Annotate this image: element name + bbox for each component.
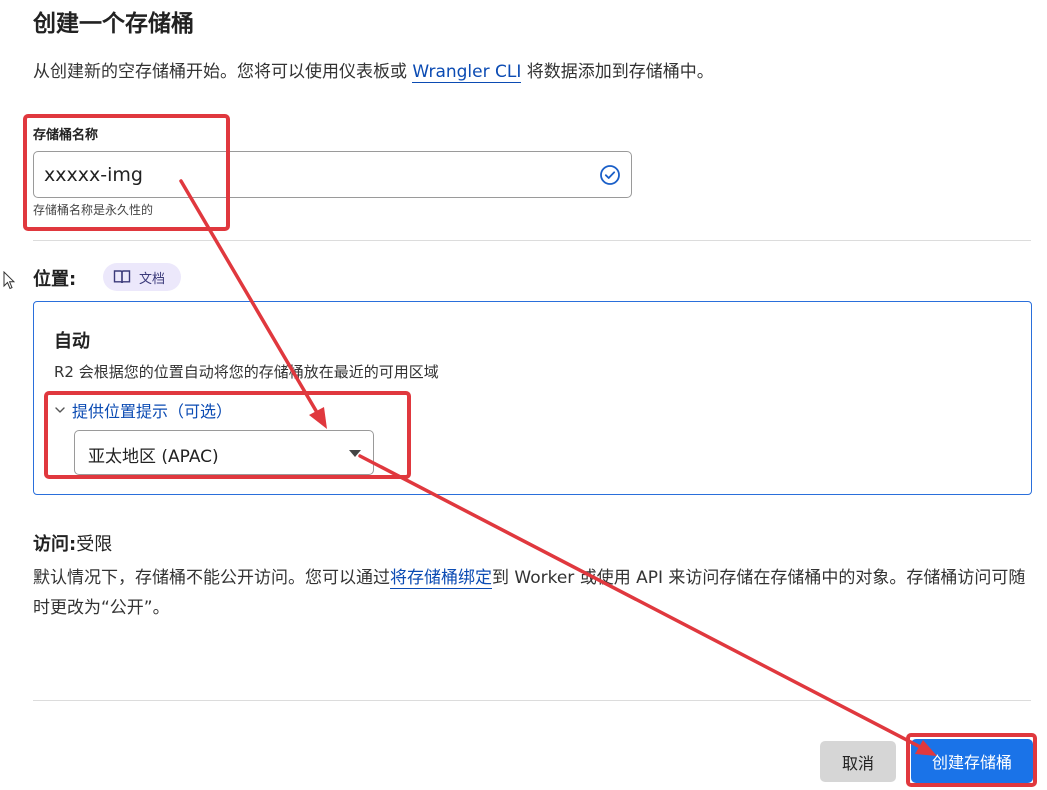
cancel-button[interactable]: 取消 <box>820 741 896 782</box>
access-row: 访问:受限 <box>33 530 112 556</box>
wrangler-cli-link[interactable]: Wrangler CLI <box>412 62 522 83</box>
page-intro: 从创建新的空存储桶开始。您将可以使用仪表板或 Wrangler CLI 将数据添… <box>33 57 714 83</box>
footer-divider <box>33 700 1031 701</box>
access-desc-before: 默认情况下，存储桶不能公开访问。您可以通过 <box>33 568 390 588</box>
bind-bucket-link[interactable]: 将存储桶绑定 <box>390 568 492 589</box>
access-label: 访问: <box>33 534 77 555</box>
mouse-cursor-icon <box>3 271 15 290</box>
access-description: 默认情况下，存储桶不能公开访问。您可以通过将存储桶绑定到 Worker 或使用 … <box>33 563 1028 623</box>
annotation-box-location-hint <box>44 391 411 479</box>
section-divider <box>33 240 1031 241</box>
book-icon <box>113 270 131 284</box>
page-title: 创建一个存储桶 <box>33 11 194 37</box>
intro-text-before: 从创建新的空存储桶开始。您将可以使用仪表板或 <box>33 62 413 82</box>
intro-text-after: 将数据添加到存储桶中。 <box>521 62 714 82</box>
location-label: 位置: <box>33 269 77 290</box>
access-value: 受限 <box>76 534 113 555</box>
auto-title: 自动 <box>54 331 90 352</box>
docs-link[interactable]: 文档 <box>103 263 181 291</box>
auto-description: R2 会根据您的位置自动将您的存储桶放在最近的可用区域 <box>54 363 439 381</box>
annotation-box-create-button <box>906 733 1037 787</box>
docs-label: 文档 <box>139 271 166 287</box>
annotation-box-bucket-name <box>23 114 230 231</box>
check-circle-icon <box>600 165 620 185</box>
